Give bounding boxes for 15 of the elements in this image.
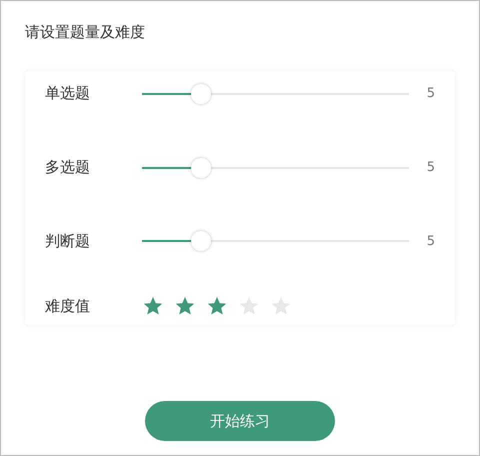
slider-value: 5 — [426, 160, 435, 176]
slider[interactable] — [142, 82, 409, 105]
slider-value: 5 — [426, 86, 435, 102]
slider-label: 多选题 — [45, 158, 91, 178]
slider[interactable] — [142, 156, 409, 179]
slider[interactable] — [142, 230, 409, 252]
slider-label: 单选题 — [45, 84, 91, 104]
difficulty-label: 难度值 — [45, 296, 91, 316]
slider-thumb[interactable] — [191, 231, 212, 252]
slider-thumb[interactable] — [191, 158, 212, 178]
slider-thumb[interactable] — [191, 84, 212, 104]
slider-value: 5 — [426, 234, 435, 249]
start-button[interactable]: 开始练习 — [145, 401, 335, 441]
page-title: 请设置题量及难度 — [25, 22, 146, 43]
slider-label: 判断题 — [45, 232, 91, 251]
